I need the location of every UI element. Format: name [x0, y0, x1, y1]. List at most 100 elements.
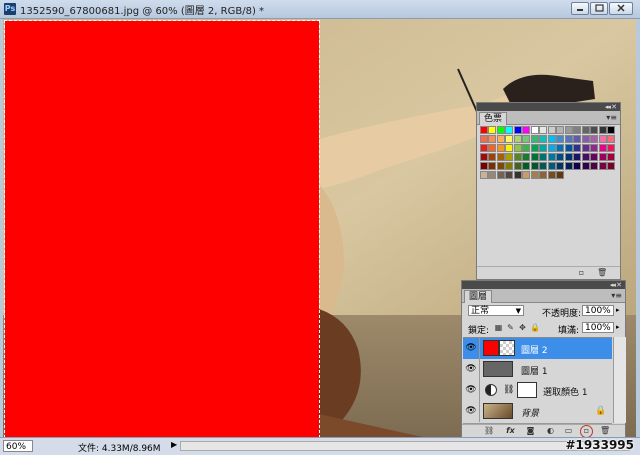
restore-button[interactable]: [590, 2, 608, 15]
color-swatch[interactable]: [539, 153, 547, 161]
color-swatch[interactable]: [513, 162, 522, 170]
color-swatch[interactable]: [607, 135, 615, 143]
color-swatch[interactable]: [530, 171, 539, 179]
color-swatch[interactable]: [598, 153, 607, 161]
color-swatch[interactable]: [522, 171, 530, 179]
color-swatch[interactable]: [530, 144, 539, 152]
close-button[interactable]: [609, 2, 633, 15]
color-swatch[interactable]: [488, 162, 496, 170]
color-swatch[interactable]: [556, 153, 564, 161]
color-swatch[interactable]: [547, 126, 556, 134]
mask-icon[interactable]: ◙: [526, 426, 535, 435]
fill-slider-arrow-icon[interactable]: ▸: [616, 323, 620, 331]
panel-menu-icon[interactable]: ▾≡: [606, 113, 617, 122]
color-swatch[interactable]: [539, 162, 547, 170]
color-swatch[interactable]: [522, 135, 530, 143]
lock-transparency-icon[interactable]: ▦: [494, 323, 503, 332]
color-swatch[interactable]: [590, 144, 598, 152]
color-swatch[interactable]: [598, 135, 607, 143]
color-swatch[interactable]: [479, 153, 488, 161]
color-swatch[interactable]: [556, 144, 564, 152]
opacity-input[interactable]: 100%: [582, 305, 614, 316]
layer-row-background[interactable]: 👁 背景 🔒: [463, 401, 612, 424]
eye-icon[interactable]: 👁: [465, 364, 477, 374]
color-swatch[interactable]: [547, 144, 556, 152]
opacity-slider-arrow-icon[interactable]: ▸: [616, 306, 620, 314]
color-swatch[interactable]: [479, 126, 488, 134]
lock-all-icon[interactable]: 🔒: [530, 323, 540, 332]
color-swatch[interactable]: [488, 171, 496, 179]
color-swatch[interactable]: [564, 135, 573, 143]
group-icon[interactable]: ▭: [564, 426, 573, 435]
color-swatch[interactable]: [505, 171, 513, 179]
color-swatch[interactable]: [581, 126, 590, 134]
tab-layers[interactable]: 圖層: [464, 290, 493, 303]
color-swatch[interactable]: [547, 162, 556, 170]
zoom-level-input[interactable]: 60%: [3, 440, 33, 452]
lock-paint-icon[interactable]: ✎: [506, 323, 515, 332]
color-swatch[interactable]: [479, 171, 488, 179]
color-swatch[interactable]: [607, 144, 615, 152]
color-swatch[interactable]: [581, 162, 590, 170]
color-swatch[interactable]: [496, 171, 505, 179]
color-swatch[interactable]: [564, 162, 573, 170]
layer-row-layer-2[interactable]: 👁 圖層 2: [463, 338, 612, 360]
color-swatch[interactable]: [479, 144, 488, 152]
color-swatch[interactable]: [581, 153, 590, 161]
color-swatch[interactable]: [573, 153, 581, 161]
fill-input[interactable]: 100%: [582, 322, 614, 333]
layer-list-scrollbar[interactable]: [613, 337, 626, 423]
color-swatch[interactable]: [513, 153, 522, 161]
color-swatch[interactable]: [522, 162, 530, 170]
color-swatch[interactable]: [598, 162, 607, 170]
panel-menu-icon[interactable]: ▾≡: [611, 291, 622, 300]
color-swatch[interactable]: [513, 171, 522, 179]
color-swatch[interactable]: [573, 144, 581, 152]
color-swatch[interactable]: [581, 144, 590, 152]
color-swatch[interactable]: [573, 135, 581, 143]
color-swatch[interactable]: [564, 153, 573, 161]
fx-icon[interactable]: fx: [506, 426, 515, 435]
color-swatch[interactable]: [530, 153, 539, 161]
color-swatch[interactable]: [547, 153, 556, 161]
color-swatch[interactable]: [564, 126, 573, 134]
color-swatch[interactable]: [539, 144, 547, 152]
color-swatch[interactable]: [513, 135, 522, 143]
blend-mode-select[interactable]: 正常 ▼: [468, 305, 524, 316]
color-swatch[interactable]: [479, 135, 488, 143]
color-swatch[interactable]: [547, 171, 556, 179]
color-swatch[interactable]: [488, 126, 496, 134]
color-swatch[interactable]: [530, 162, 539, 170]
color-swatch[interactable]: [479, 162, 488, 170]
color-swatch[interactable]: [488, 153, 496, 161]
color-swatch[interactable]: [505, 153, 513, 161]
lock-move-icon[interactable]: ✥: [518, 323, 527, 332]
layer-row-selective-color[interactable]: 👁 ⛓ 選取顏色 1: [463, 380, 612, 402]
color-swatch[interactable]: [496, 153, 505, 161]
new-swatch-icon[interactable]: ▫: [577, 268, 586, 277]
red-fill-layer-selection[interactable]: [4, 20, 320, 437]
trash-icon[interactable]: 🗑: [597, 268, 607, 277]
color-swatch[interactable]: [522, 144, 530, 152]
color-swatch[interactable]: [505, 162, 513, 170]
color-swatch[interactable]: [556, 171, 564, 179]
color-swatch[interactable]: [607, 153, 615, 161]
color-swatch[interactable]: [539, 171, 547, 179]
minimize-button[interactable]: [571, 2, 589, 15]
horizontal-scrollbar[interactable]: [180, 441, 630, 451]
color-swatch[interactable]: [522, 153, 530, 161]
color-swatch[interactable]: [556, 135, 564, 143]
color-swatch[interactable]: [522, 126, 530, 134]
collapse-icon[interactable]: ◂◂ ✕: [610, 281, 622, 289]
color-swatch[interactable]: [607, 162, 615, 170]
color-swatch[interactable]: [488, 144, 496, 152]
color-swatch[interactable]: [530, 135, 539, 143]
link-icon[interactable]: ⛓: [484, 426, 494, 435]
color-swatch[interactable]: [573, 162, 581, 170]
color-swatch[interactable]: [505, 144, 513, 152]
status-menu-arrow-icon[interactable]: ▶: [171, 440, 177, 449]
color-swatch[interactable]: [539, 126, 547, 134]
color-swatch[interactable]: [598, 126, 607, 134]
eye-icon[interactable]: 👁: [465, 343, 477, 353]
color-swatch[interactable]: [590, 126, 598, 134]
